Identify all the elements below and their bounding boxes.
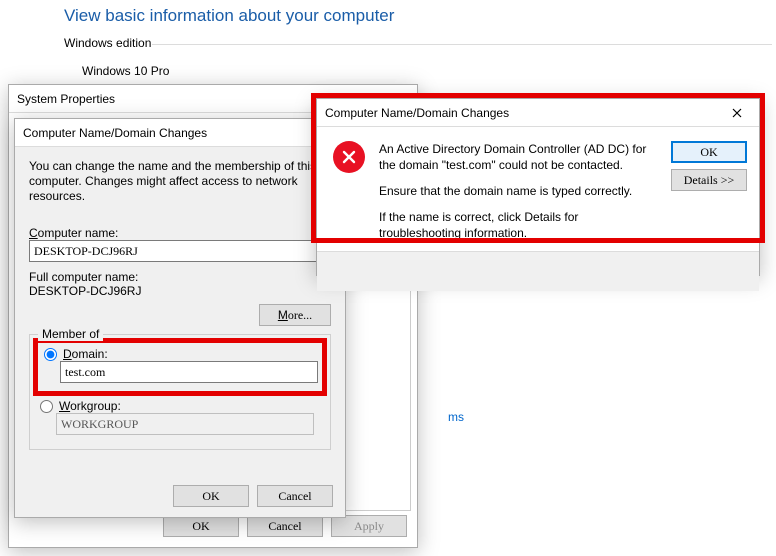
domain-changes-dialog: Computer Name/Domain Changes You can cha… [14, 118, 346, 518]
workgroup-input [56, 413, 314, 435]
domain-radio[interactable] [44, 348, 57, 361]
error-line-1: An Active Directory Domain Controller (A… [379, 141, 653, 173]
error-footer [317, 251, 759, 291]
error-ok-button[interactable]: OK [671, 141, 747, 163]
domain-input[interactable] [60, 361, 318, 383]
error-titlebar[interactable]: Computer Name/Domain Changes [317, 99, 759, 127]
error-details-button[interactable]: Details >> [671, 169, 747, 191]
full-computer-name-value: DESKTOP-DCJ96RJ [29, 284, 331, 298]
more-button[interactable]: More... [259, 304, 331, 326]
error-line-3: If the name is correct, click Details fo… [379, 209, 653, 241]
sysprops-cancel-button[interactable]: Cancel [247, 515, 323, 537]
domain-changes-titlebar[interactable]: Computer Name/Domain Changes [15, 119, 345, 147]
domain-radio-row[interactable]: Domain: [44, 347, 316, 361]
divider [152, 44, 772, 45]
sysprops-apply-button[interactable]: Apply [331, 515, 407, 537]
domain-changes-explain: You can change the name and the membersh… [29, 159, 331, 204]
error-icon [333, 141, 365, 173]
system-properties-title: System Properties [17, 92, 115, 106]
edition-value: Windows 10 Pro [82, 64, 169, 78]
error-message: An Active Directory Domain Controller (A… [379, 141, 653, 241]
workgroup-radio-row[interactable]: Workgroup: [40, 399, 320, 413]
computer-name-label: Computer name: [29, 226, 331, 240]
error-line-2: Ensure that the domain name is typed cor… [379, 183, 653, 199]
computer-name-input[interactable] [29, 240, 317, 262]
edition-group-label: Windows edition [64, 36, 151, 50]
error-title: Computer Name/Domain Changes [325, 106, 509, 120]
sysprops-ok-button[interactable]: OK [163, 515, 239, 537]
page-title: View basic information about your comput… [64, 6, 394, 26]
domain-changes-title: Computer Name/Domain Changes [23, 126, 207, 140]
ms-link-peek[interactable]: ms [448, 410, 464, 424]
domchg-cancel-button[interactable]: Cancel [257, 485, 333, 507]
domchg-ok-button[interactable]: OK [173, 485, 249, 507]
error-dialog: Computer Name/Domain Changes An Active D… [316, 98, 760, 276]
workgroup-radio[interactable] [40, 400, 53, 413]
member-of-legend: Member of [38, 327, 103, 341]
full-computer-name-label: Full computer name: [29, 270, 331, 284]
close-icon[interactable] [714, 99, 759, 127]
member-of-group: Member of Domain: Workgroup: [29, 334, 331, 450]
